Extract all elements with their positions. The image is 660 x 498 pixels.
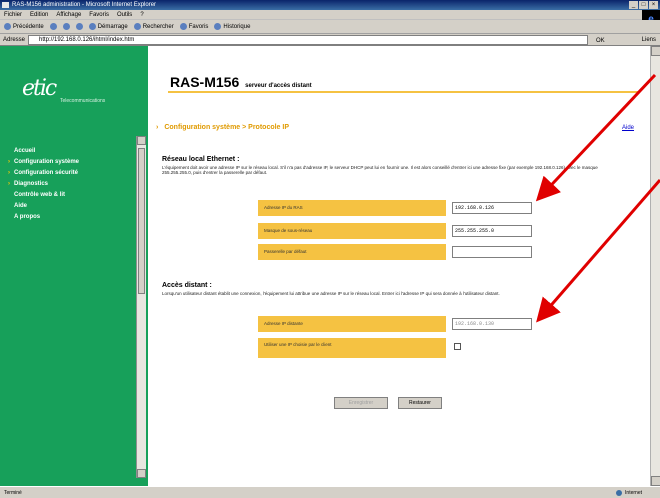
sidebar-item-diagnostics[interactable]: › Diagnostics [8,179,136,190]
refresh-icon [75,23,83,30]
sidebar-scrollbar[interactable] [136,136,146,478]
zone-label: Internet [625,490,642,496]
chevron-right-icon: › [8,159,10,165]
scroll-down-icon[interactable] [137,469,146,478]
history-label: Historique [223,23,251,30]
refresh-button[interactable] [75,23,83,30]
back-button[interactable]: Précédente [4,20,44,34]
stop-button[interactable] [62,23,70,30]
breadcrumb: › Configuration système > Protocole IP [156,124,289,131]
menu-favoris[interactable]: Favoris [89,10,109,19]
menu-edition[interactable]: Edition [30,10,48,19]
ip-label: Adresse IP du RAS [258,200,446,216]
links-button[interactable]: Liens [642,34,656,46]
sidebar-item-label: Configuration sécurité [14,170,79,176]
favorites-icon [179,23,187,30]
status-bar: Terminé Internet [0,486,660,498]
reset-button[interactable]: Restaurer [398,397,442,409]
menu-outils[interactable]: Outils [117,10,132,19]
mask-input[interactable]: 255.255.255.0 [452,225,532,237]
chevron-right-icon: › [8,181,10,187]
favorites-button[interactable]: Favoris [179,20,209,34]
security-zone: Internet [616,487,642,498]
home-icon [88,23,96,30]
help-link[interactable]: Aide [622,125,634,131]
history-button[interactable]: Historique [214,20,250,34]
scroll-thumb[interactable] [138,148,145,294]
minimize-button[interactable]: _ [629,1,638,9]
sidebar-item-apropos[interactable]: A propos [8,212,136,223]
section-remote-description: Lorsqu'un utilisateur distant établit un… [162,291,500,296]
window-title: RAS-M156 administration - Microsoft Inte… [12,2,157,8]
client-ip-checkbox[interactable] [454,343,461,350]
section-remote-title: Accès distant : [162,282,212,289]
section-local-description: L'équipement doit avoir une adresse IP s… [162,165,598,175]
save-button[interactable]: Enregistrer [334,397,388,409]
address-bar: Adresse http://192.168.0.126/ihtml/index… [0,34,660,46]
window-titlebar: RAS-M156 administration - Microsoft Inte… [0,0,660,10]
title-divider [168,91,638,93]
search-label: Rechercher [142,23,174,30]
toolbar: Précédente Démarrage Rechercher Favoris … [0,20,660,34]
menu-help[interactable]: ? [140,10,143,19]
client-ip-label: Utiliser une IP choisie par le client [258,338,446,358]
maximize-button[interactable]: □ [639,1,648,9]
stop-icon [62,23,70,30]
back-label: Précédente [13,23,44,30]
page-subtitle: serveur d'accès distant [245,83,312,89]
close-button[interactable]: × [649,1,658,9]
scroll-up-icon[interactable] [137,136,146,145]
ip-input[interactable]: 192.168.0.126 [452,202,532,214]
remote-ip-label: Adresse IP distante [258,316,446,332]
scroll-down-icon[interactable] [651,476,660,486]
page-viewport: etic Telecommunications Accueil › Configu… [0,46,650,486]
sidebar-nav: Accueil › Configuration système › Configur… [8,146,136,223]
search-icon [133,23,141,30]
gateway-input[interactable] [452,246,532,258]
sidebar-item-aide[interactable]: Aide [8,201,136,212]
forward-icon [49,23,57,30]
mask-label: Masque de sous-réseau [258,223,446,239]
sidebar-item-label: A propos [14,214,41,220]
globe-icon [616,490,623,496]
favorites-label: Favoris [188,23,209,30]
menu-bar: Fichier Edition Affichage Favoris Outils… [0,10,660,30]
menu-fichier[interactable]: Fichier [4,10,22,19]
ie-window-icon [2,2,9,8]
gateway-label: Passerelle par défaut [258,244,446,260]
status-text: Terminé [4,490,22,496]
remote-ip-input[interactable]: 192.168.0.130 [452,318,532,330]
page-scrollbar[interactable] [650,46,660,486]
home-button[interactable]: Démarrage [88,20,128,34]
address-input[interactable]: http://192.168.0.126/ihtml/index.htm [28,35,588,45]
sidebar-item-label: Configuration système [14,159,80,165]
sidebar-item-config-securite[interactable]: › Configuration sécurité [8,168,136,179]
home-label: Démarrage [97,23,128,30]
sidebar-item-config-systeme[interactable]: › Configuration système [8,157,136,168]
menu-affichage[interactable]: Affichage [56,10,81,19]
page-title-text: RAS-M156 [170,74,240,90]
sidebar-item-label: Contrôle web & lit [14,192,65,198]
forward-button[interactable] [49,23,57,30]
sidebar-item-controle[interactable]: Contrôle web & lit [8,190,136,201]
history-icon [214,23,222,30]
sidebar: etic Telecommunications Accueil › Configu… [0,46,148,486]
sidebar-item-label: Aide [14,203,28,209]
chevron-right-icon: › [8,170,10,176]
page-title: RAS-M156 serveur d'accès distant [170,74,312,90]
address-label: Adresse [3,37,26,43]
back-icon [4,23,11,30]
sidebar-item-label: Diagnostics [14,181,49,187]
section-local-title: Réseau local Ethernet : [162,156,240,163]
window-controls: _ □ × [629,1,658,9]
logo-area: etic Telecommunications [0,46,148,136]
search-button[interactable]: Rechercher [133,20,174,34]
bullet-icon: › [156,124,159,131]
scroll-up-icon[interactable] [651,46,660,56]
sidebar-item-accueil[interactable]: Accueil [8,146,136,157]
main-content: RAS-M156 serveur d'accès distant › Config… [148,46,650,486]
breadcrumb-text: Configuration système > Protocole IP [164,124,290,131]
sidebar-item-label: Accueil [14,148,36,154]
logo-tagline: Telecommunications [60,98,106,104]
